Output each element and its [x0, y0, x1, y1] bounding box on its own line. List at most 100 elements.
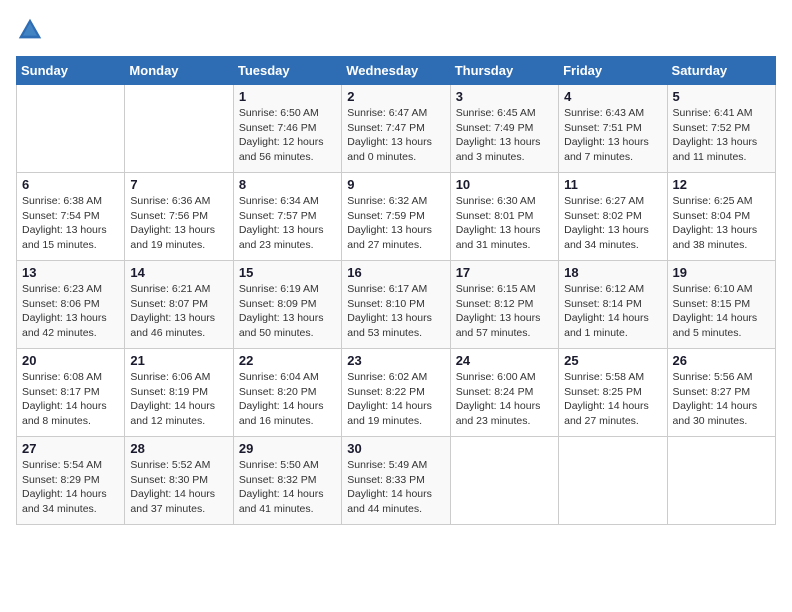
day-number: 10: [456, 177, 553, 192]
day-number: 6: [22, 177, 119, 192]
day-detail: Sunrise: 6:23 AM Sunset: 8:06 PM Dayligh…: [22, 282, 119, 341]
day-detail: Sunrise: 6:10 AM Sunset: 8:15 PM Dayligh…: [673, 282, 770, 341]
calendar-cell: 9 Sunrise: 6:32 AM Sunset: 7:59 PM Daylig…: [342, 173, 450, 261]
calendar-cell: [667, 437, 775, 525]
calendar-cell: 1 Sunrise: 6:50 AM Sunset: 7:46 PM Daylig…: [233, 85, 341, 173]
day-detail: Sunrise: 6:21 AM Sunset: 8:07 PM Dayligh…: [130, 282, 227, 341]
day-number: 11: [564, 177, 661, 192]
calendar-cell: 24Sunrise: 6:00 AM Sunset: 8:24 PM Dayli…: [450, 349, 558, 437]
calendar-cell: 6 Sunrise: 6:38 AM Sunset: 7:54 PM Daylig…: [17, 173, 125, 261]
calendar-cell: [559, 437, 667, 525]
day-detail: Sunrise: 6:45 AM Sunset: 7:49 PM Dayligh…: [456, 106, 553, 165]
day-number: 27: [22, 441, 119, 456]
day-detail: Sunrise: 6:41 AM Sunset: 7:52 PM Dayligh…: [673, 106, 770, 165]
calendar-cell: 30 Sunrise: 5:49 AM Sunset: 8:33 PM Dayli…: [342, 437, 450, 525]
day-detail: Sunrise: 6:32 AM Sunset: 7:59 PM Dayligh…: [347, 194, 444, 253]
calendar-week-row: 27 Sunrise: 5:54 AM Sunset: 8:29 PM Dayli…: [17, 437, 776, 525]
calendar-cell: [17, 85, 125, 173]
weekday-header-monday: Monday: [125, 57, 233, 85]
calendar-cell: 21 Sunrise: 6:06 AM Sunset: 8:19 PM Dayli…: [125, 349, 233, 437]
day-number: 29: [239, 441, 336, 456]
day-number: 13: [22, 265, 119, 280]
day-number: 28: [130, 441, 227, 456]
calendar-cell: 26Sunrise: 5:56 AM Sunset: 8:27 PM Dayli…: [667, 349, 775, 437]
day-number: 17: [456, 265, 553, 280]
calendar-table: SundayMondayTuesdayWednesdayThursdayFrid…: [16, 56, 776, 525]
calendar-week-row: 20 Sunrise: 6:08 AM Sunset: 8:17 PM Dayli…: [17, 349, 776, 437]
calendar-cell: 14 Sunrise: 6:21 AM Sunset: 8:07 PM Dayli…: [125, 261, 233, 349]
day-detail: Sunrise: 6:25 AM Sunset: 8:04 PM Dayligh…: [673, 194, 770, 253]
day-number: 23: [347, 353, 444, 368]
calendar-cell: 20 Sunrise: 6:08 AM Sunset: 8:17 PM Dayli…: [17, 349, 125, 437]
day-detail: Sunrise: 6:08 AM Sunset: 8:17 PM Dayligh…: [22, 370, 119, 429]
calendar-cell: 3 Sunrise: 6:45 AM Sunset: 7:49 PM Daylig…: [450, 85, 558, 173]
day-number: 19: [673, 265, 770, 280]
day-number: 8: [239, 177, 336, 192]
calendar-week-row: 13 Sunrise: 6:23 AM Sunset: 8:06 PM Dayli…: [17, 261, 776, 349]
page-header: [16, 16, 776, 44]
calendar-cell: 16 Sunrise: 6:17 AM Sunset: 8:10 PM Dayli…: [342, 261, 450, 349]
calendar-cell: [125, 85, 233, 173]
day-detail: Sunrise: 6:04 AM Sunset: 8:20 PM Dayligh…: [239, 370, 336, 429]
calendar-cell: 18Sunrise: 6:12 AM Sunset: 8:14 PM Dayli…: [559, 261, 667, 349]
day-number: 5: [673, 89, 770, 104]
day-detail: Sunrise: 5:54 AM Sunset: 8:29 PM Dayligh…: [22, 458, 119, 517]
day-number: 9: [347, 177, 444, 192]
day-number: 12: [673, 177, 770, 192]
day-detail: Sunrise: 6:06 AM Sunset: 8:19 PM Dayligh…: [130, 370, 227, 429]
calendar-week-row: 6 Sunrise: 6:38 AM Sunset: 7:54 PM Daylig…: [17, 173, 776, 261]
day-number: 2: [347, 89, 444, 104]
day-number: 20: [22, 353, 119, 368]
calendar-cell: 7 Sunrise: 6:36 AM Sunset: 7:56 PM Daylig…: [125, 173, 233, 261]
weekday-header-thursday: Thursday: [450, 57, 558, 85]
weekday-header-tuesday: Tuesday: [233, 57, 341, 85]
day-detail: Sunrise: 6:17 AM Sunset: 8:10 PM Dayligh…: [347, 282, 444, 341]
day-detail: Sunrise: 6:27 AM Sunset: 8:02 PM Dayligh…: [564, 194, 661, 253]
day-detail: Sunrise: 5:49 AM Sunset: 8:33 PM Dayligh…: [347, 458, 444, 517]
calendar-cell: 8Sunrise: 6:34 AM Sunset: 7:57 PM Daylig…: [233, 173, 341, 261]
calendar-week-row: 1 Sunrise: 6:50 AM Sunset: 7:46 PM Daylig…: [17, 85, 776, 173]
day-detail: Sunrise: 6:30 AM Sunset: 8:01 PM Dayligh…: [456, 194, 553, 253]
calendar-cell: 25Sunrise: 5:58 AM Sunset: 8:25 PM Dayli…: [559, 349, 667, 437]
calendar-cell: 17 Sunrise: 6:15 AM Sunset: 8:12 PM Dayli…: [450, 261, 558, 349]
calendar-cell: 22 Sunrise: 6:04 AM Sunset: 8:20 PM Dayli…: [233, 349, 341, 437]
day-detail: Sunrise: 6:50 AM Sunset: 7:46 PM Dayligh…: [239, 106, 336, 165]
calendar-cell: 2Sunrise: 6:47 AM Sunset: 7:47 PM Daylig…: [342, 85, 450, 173]
day-number: 30: [347, 441, 444, 456]
calendar-cell: 12 Sunrise: 6:25 AM Sunset: 8:04 PM Dayli…: [667, 173, 775, 261]
day-detail: Sunrise: 6:43 AM Sunset: 7:51 PM Dayligh…: [564, 106, 661, 165]
calendar-cell: 19 Sunrise: 6:10 AM Sunset: 8:15 PM Dayli…: [667, 261, 775, 349]
calendar-cell: 13 Sunrise: 6:23 AM Sunset: 8:06 PM Dayli…: [17, 261, 125, 349]
calendar-cell: 23 Sunrise: 6:02 AM Sunset: 8:22 PM Dayli…: [342, 349, 450, 437]
calendar-cell: 5 Sunrise: 6:41 AM Sunset: 7:52 PM Daylig…: [667, 85, 775, 173]
day-number: 14: [130, 265, 227, 280]
weekday-header-friday: Friday: [559, 57, 667, 85]
calendar-cell: 11 Sunrise: 6:27 AM Sunset: 8:02 PM Dayli…: [559, 173, 667, 261]
day-detail: Sunrise: 5:52 AM Sunset: 8:30 PM Dayligh…: [130, 458, 227, 517]
day-detail: Sunrise: 6:38 AM Sunset: 7:54 PM Dayligh…: [22, 194, 119, 253]
day-number: 15: [239, 265, 336, 280]
day-number: 22: [239, 353, 336, 368]
day-detail: Sunrise: 6:36 AM Sunset: 7:56 PM Dayligh…: [130, 194, 227, 253]
day-detail: Sunrise: 6:15 AM Sunset: 8:12 PM Dayligh…: [456, 282, 553, 341]
day-number: 1: [239, 89, 336, 104]
calendar-cell: 27 Sunrise: 5:54 AM Sunset: 8:29 PM Dayli…: [17, 437, 125, 525]
day-number: 4: [564, 89, 661, 104]
day-number: 21: [130, 353, 227, 368]
day-number: 18: [564, 265, 661, 280]
logo-icon: [16, 16, 44, 44]
calendar-cell: 29 Sunrise: 5:50 AM Sunset: 8:32 PM Dayli…: [233, 437, 341, 525]
day-number: 3: [456, 89, 553, 104]
day-detail: Sunrise: 5:50 AM Sunset: 8:32 PM Dayligh…: [239, 458, 336, 517]
day-number: 16: [347, 265, 444, 280]
day-number: 7: [130, 177, 227, 192]
day-detail: Sunrise: 6:00 AM Sunset: 8:24 PM Dayligh…: [456, 370, 553, 429]
weekday-header-row: SundayMondayTuesdayWednesdayThursdayFrid…: [17, 57, 776, 85]
day-detail: Sunrise: 5:56 AM Sunset: 8:27 PM Dayligh…: [673, 370, 770, 429]
calendar-cell: 10 Sunrise: 6:30 AM Sunset: 8:01 PM Dayli…: [450, 173, 558, 261]
day-detail: Sunrise: 6:02 AM Sunset: 8:22 PM Dayligh…: [347, 370, 444, 429]
calendar-cell: [450, 437, 558, 525]
day-number: 25: [564, 353, 661, 368]
weekday-header-wednesday: Wednesday: [342, 57, 450, 85]
calendar-cell: 4 Sunrise: 6:43 AM Sunset: 7:51 PM Daylig…: [559, 85, 667, 173]
